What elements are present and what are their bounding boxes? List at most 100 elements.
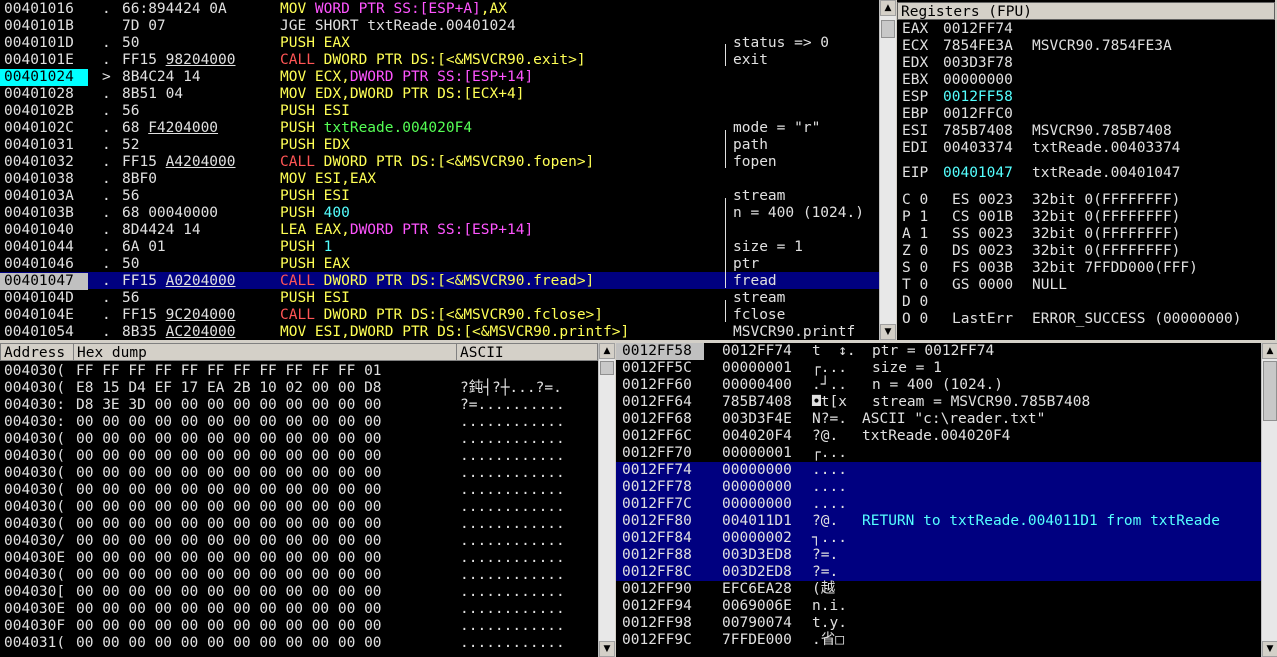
scroll-thumb[interactable] (600, 361, 614, 375)
disasm-row[interactable]: 00401016. 66:894424 0A MOV WORD PTR SS:[ES… (0, 1, 879, 18)
address-cell[interactable]: 0040101E (4, 52, 74, 69)
dump-hex[interactable]: 00 00 00 00 00 00 00 00 00 00 00 00 (76, 448, 382, 465)
stack-address[interactable]: 0012FF8C (622, 564, 692, 581)
register-value[interactable]: 0012FFC0 (943, 106, 1013, 123)
dump-row[interactable]: 004030: D8 3E 3D 00 00 00 00 00 00 00 00 … (0, 397, 598, 414)
dump-hex[interactable]: 00 00 00 00 00 00 00 00 00 00 00 00 (76, 567, 382, 584)
disasm-row[interactable]: 00401038. 8BF0 MOV ESI,EAX (0, 171, 879, 188)
flag-value[interactable]: C 0 (902, 192, 928, 209)
dump-row[interactable]: 004030[00 00 00 00 00 00 00 00 00 00 00 … (0, 584, 598, 601)
instruction-cell[interactable]: MOV WORD PTR SS:[ESP+A],AX (280, 1, 507, 18)
dump-address[interactable]: 004030( (4, 482, 65, 499)
dump-row[interactable]: 004030(00 00 00 00 00 00 00 00 00 00 00 … (0, 567, 598, 584)
stack-row[interactable]: 0012FF7C 00000000.... (616, 496, 1261, 513)
dump-ascii[interactable]: ............ (460, 618, 565, 635)
stack-row[interactable]: 0012FF6C 004020F4 ?@. txtReade.004020F4 (616, 428, 1261, 445)
dump-address[interactable]: 004030( (4, 516, 65, 533)
register-row-edi[interactable]: EDI 00403374 txtReade.00403374 (897, 140, 1275, 157)
stack-value[interactable]: 0069006E (722, 598, 792, 615)
register-row-eip[interactable]: EIP 00401047 txtReade.00401047 (897, 165, 1275, 182)
col-header-ascii[interactable]: ASCII (456, 343, 598, 361)
flag-value[interactable]: P 1 (902, 209, 928, 226)
address-cell[interactable]: 00401024 (0, 69, 88, 86)
dump-address[interactable]: 004030( (4, 465, 65, 482)
flag-row[interactable]: S 0 FS 003B 32bit 7FFDD000(FFF) (897, 260, 1275, 277)
dump-row[interactable]: 004030(00 00 00 00 00 00 00 00 00 00 00 … (0, 431, 598, 448)
stack-row[interactable]: 0012FF78 00000000.... (616, 479, 1261, 496)
dump-row[interactable]: 004030(00 00 00 00 00 00 00 00 00 00 00 … (0, 499, 598, 516)
stack-pane[interactable]: 0012FF58 0012FF74 t ↕. ptr = 0012FF74 0012FF… (616, 343, 1261, 657)
stack-row[interactable]: 0012FF68 003D3F4E N?=. ASCII "c:\reader.txt… (616, 411, 1261, 428)
instruction-cell[interactable]: PUSH ESI (280, 290, 350, 307)
disasm-row[interactable]: 0040103B. 68 00040000 PUSH 400 n = 400 (102… (0, 205, 879, 222)
instruction-cell[interactable]: CALL DWORD PTR DS:[<&MSVCR90.exit>] (280, 52, 586, 69)
stack-row[interactable]: 0012FF60 00000400 .┘.. n = 400 (1024.) (616, 377, 1261, 394)
dump-hex[interactable]: 00 00 00 00 00 00 00 00 00 00 00 00 (76, 482, 382, 499)
address-cell[interactable]: 0040101D (4, 35, 74, 52)
flag-value[interactable]: S 0 (902, 260, 928, 277)
dump-address[interactable]: 004031( (4, 635, 65, 652)
register-value[interactable]: 00401047 (943, 165, 1013, 182)
scroll-thumb[interactable] (1263, 361, 1277, 421)
address-cell[interactable]: 0040104E (4, 307, 74, 324)
disasm-row[interactable]: 0040101E. FF15 98204000 CALL DWORD PTR DS:… (0, 52, 879, 69)
dump-ascii[interactable]: ............ (460, 567, 565, 584)
instruction-cell[interactable]: MOV ECX,DWORD PTR SS:[ESP+14] (280, 69, 533, 86)
scroll-up-icon[interactable]: ▲ (599, 343, 615, 359)
dump-address[interactable]: 004030: (4, 397, 65, 414)
col-header-hex[interactable]: Hex dump (73, 343, 457, 361)
dump-row[interactable]: 004030/00 00 00 00 00 00 00 00 00 00 00 … (0, 533, 598, 550)
address-cell[interactable]: 0040101B (4, 18, 74, 35)
instruction-cell[interactable]: PUSH 400 (280, 205, 350, 222)
dump-address[interactable]: 004030: (4, 414, 65, 431)
stack-value[interactable]: 785B7408 (722, 394, 792, 411)
stack-value[interactable]: 00790074 (722, 615, 792, 632)
disasm-row[interactable]: 0040102B. 56 PUSH ESI (0, 103, 879, 120)
stack-address[interactable]: 0012FF80 (622, 513, 692, 530)
stack-address[interactable]: 0012FF70 (622, 445, 692, 462)
register-value[interactable]: 0012FF58 (943, 89, 1013, 106)
dump-row[interactable]: 004030(00 00 00 00 00 00 00 00 00 00 00 … (0, 448, 598, 465)
dump-hex[interactable]: 00 00 00 00 00 00 00 00 00 00 00 00 (76, 635, 382, 652)
flag-row[interactable]: T 0 GS 0000 NULL (897, 277, 1275, 294)
stack-value[interactable]: 003D2ED8 (722, 564, 792, 581)
stack-row[interactable]: 0012FF88 003D3ED8 ?=. (616, 547, 1261, 564)
register-value[interactable]: 003D3F78 (943, 55, 1013, 72)
flag-value[interactable]: O 0 (902, 311, 928, 328)
disasm-row[interactable]: 00401047. FF15 A0204000 CALL DWORD PTR DS:… (0, 273, 879, 290)
dump-address[interactable]: 004030( (4, 363, 65, 380)
stack-row[interactable]: 0012FF64 785B7408 ◘t[x stream = MSVCR90.785… (616, 394, 1261, 411)
disasm-row[interactable]: 00401024 >8B4C24 14 MOV ECX,DWORD PTR SS:[… (0, 69, 879, 86)
disassembly-pane[interactable]: 00401016. 66:894424 0A MOV WORD PTR SS:[ES… (0, 0, 879, 340)
stack-value[interactable]: 004020F4 (722, 428, 792, 445)
stack-row[interactable]: 0012FF74 00000000.... (616, 462, 1261, 479)
stack-address[interactable]: 0012FF7C (622, 496, 692, 513)
stack-row[interactable]: 0012FF70 00000001 ┌... (616, 445, 1261, 462)
address-cell[interactable]: 00401032 (4, 154, 74, 171)
disasm-row[interactable]: 0040104D. 56 PUSH ESI stream (0, 290, 879, 307)
address-cell[interactable]: 0040103B (4, 205, 74, 222)
register-row-ebp[interactable]: EBP 0012FFC0 (897, 106, 1275, 123)
dump-hex[interactable]: 00 00 00 00 00 00 00 00 00 00 00 00 (76, 618, 382, 635)
dump-address[interactable]: 004030( (4, 431, 65, 448)
dump-address[interactable]: 004030( (4, 380, 65, 397)
dump-ascii[interactable]: ?鈍┤?┼...?=. (460, 380, 562, 397)
col-header-address[interactable]: Address (0, 343, 74, 361)
stack-value[interactable]: 00000001 (722, 445, 792, 462)
stack-address[interactable]: 0012FF88 (622, 547, 692, 564)
address-cell[interactable]: 00401040 (4, 222, 74, 239)
instruction-cell[interactable]: JGE SHORT txtReade.00401024 (280, 18, 516, 35)
stack-address[interactable]: 0012FF74 (622, 462, 692, 479)
register-row-ebx[interactable]: EBX 00000000 (897, 72, 1275, 89)
hexdump-scrollbar[interactable]: ▲ ▼ (598, 343, 615, 657)
stack-address[interactable]: 0012FF9C (622, 632, 692, 649)
dump-row[interactable]: 004030( 00 00 00 00 00 00 00 00 00 00 00 … (0, 516, 598, 533)
disassembly-scrollbar[interactable]: ▲ ▼ (879, 0, 896, 340)
address-cell[interactable]: 00401054 (4, 324, 74, 340)
dump-ascii[interactable]: ............ (460, 516, 565, 533)
scroll-down-icon[interactable]: ▼ (599, 641, 615, 657)
stack-address[interactable]: 0012FF84 (622, 530, 692, 547)
dump-hex[interactable]: 00 00 00 00 00 00 00 00 00 00 00 00 (76, 516, 382, 533)
instruction-cell[interactable]: MOV ESI,EAX (280, 171, 376, 188)
address-cell[interactable]: 0040104D (4, 290, 74, 307)
